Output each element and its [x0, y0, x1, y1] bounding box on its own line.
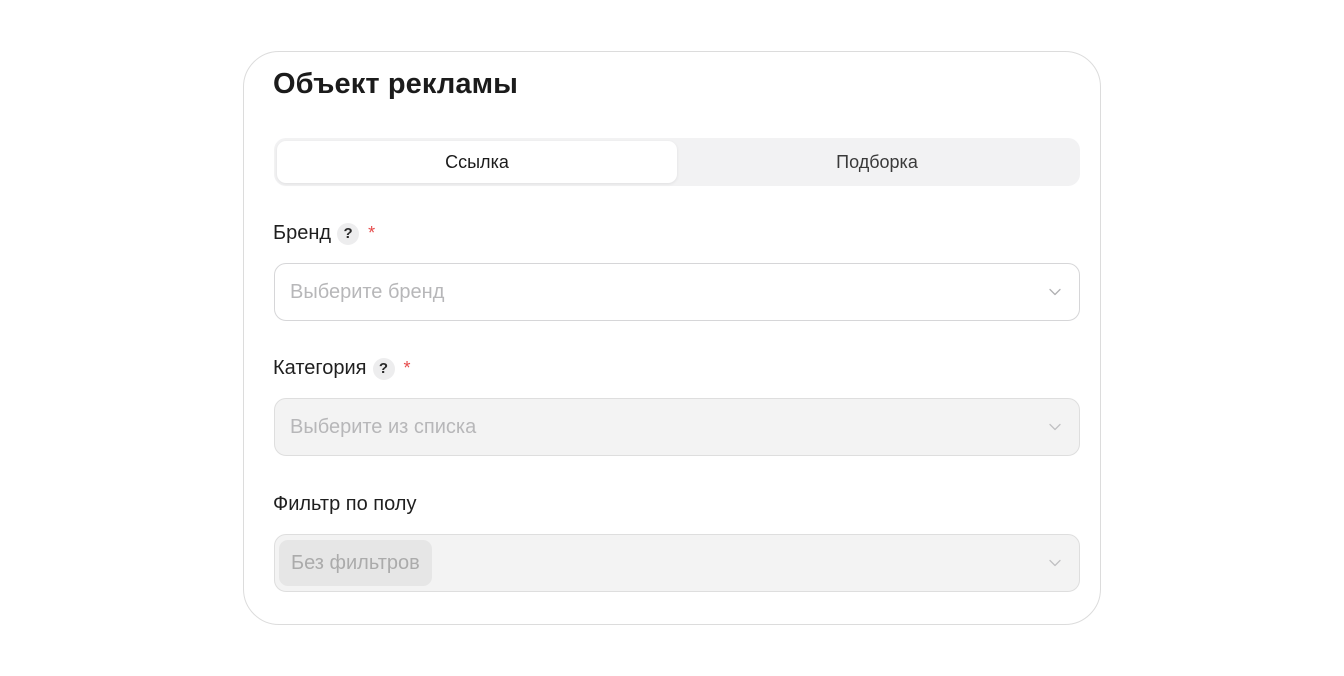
category-help-icon[interactable]: ? [372, 357, 395, 380]
gender-filter-label: Фильтр по полу [273, 493, 417, 515]
tab-collection[interactable]: Подборка [677, 141, 1077, 183]
object-type-tabs: Ссылка Подборка [274, 138, 1080, 186]
chevron-down-icon [1049, 288, 1061, 296]
brand-required-mark: * [368, 223, 376, 243]
category-label-row: Категория ? * [273, 357, 411, 380]
category-select-placeholder: Выберите из списка [290, 415, 477, 438]
gender-filter-label-row: Фильтр по полу [273, 493, 416, 516]
gender-filter-chip: Без фильтров [279, 540, 432, 586]
tab-link[interactable]: Ссылка [277, 141, 677, 183]
ad-object-card: Объект рекламы Ссылка Подборка Бренд ? *… [243, 51, 1101, 625]
card-title: Объект рекламы [273, 68, 519, 100]
brand-label: Бренд [273, 222, 332, 244]
gender-filter-select[interactable]: Без фильтров [274, 534, 1080, 592]
chevron-down-icon [1049, 559, 1061, 567]
brand-select[interactable]: Выберите бренд [274, 263, 1080, 321]
category-label: Категория [273, 357, 367, 379]
chevron-down-icon [1049, 423, 1061, 431]
category-required-mark: * [403, 358, 411, 378]
brand-help-icon[interactable]: ? [337, 222, 360, 245]
category-select[interactable]: Выберите из списка [274, 398, 1080, 456]
brand-label-row: Бренд ? * [273, 222, 375, 245]
brand-select-placeholder: Выберите бренд [290, 280, 445, 303]
